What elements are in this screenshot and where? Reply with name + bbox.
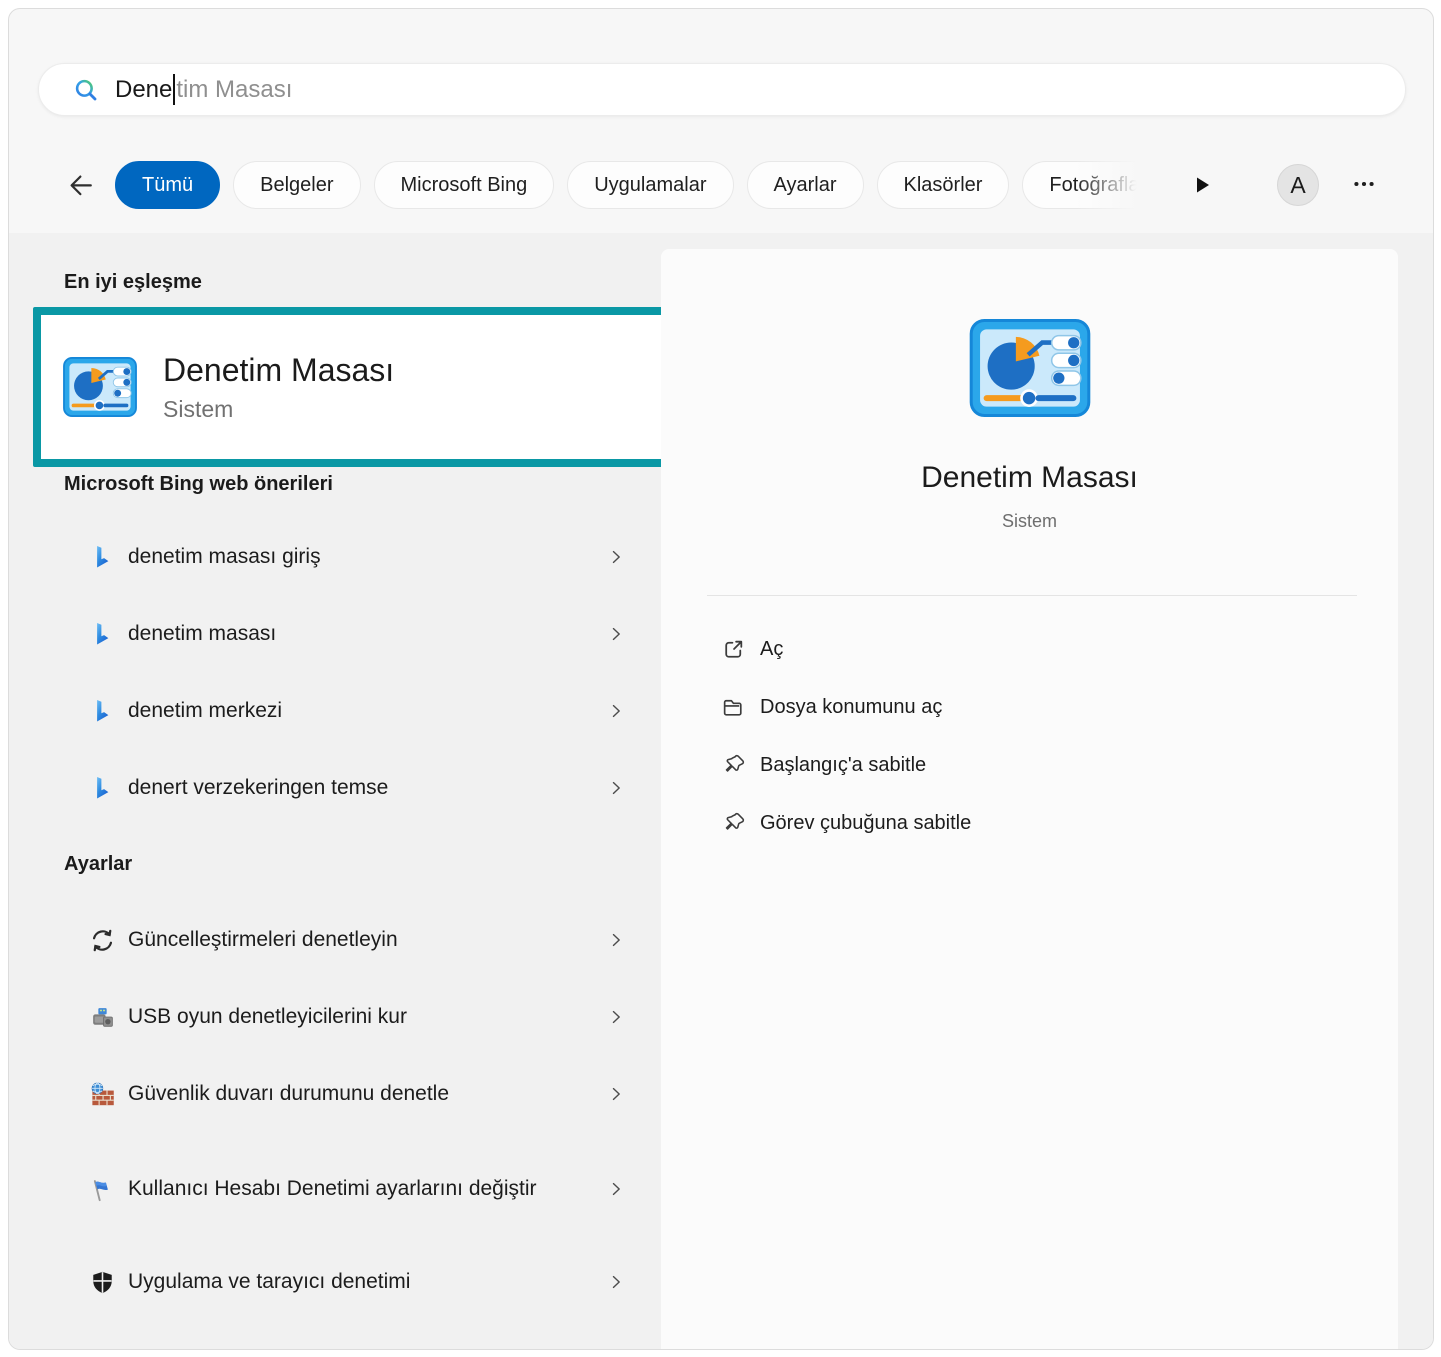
- sync-icon: [89, 927, 116, 954]
- bing-icon: [89, 621, 116, 648]
- bing-suggestion-item[interactable]: denert verzekeringen temse: [49, 760, 634, 816]
- best-match-title: Denetim Masası: [163, 352, 394, 389]
- search-text: Denetim Masası: [115, 74, 292, 105]
- chevron-right-icon: [606, 778, 626, 798]
- settings-item-firewall-status[interactable]: Güvenlik duvarı durumunu denetle: [49, 1066, 634, 1122]
- filter-tabs-row: Tümü Belgeler Microsoft Bing Uygulamalar…: [9, 159, 1433, 211]
- tabs-scroll-right-button[interactable]: [1185, 169, 1219, 203]
- settings-item-usb-controllers[interactable]: USB oyun denetleyicilerini kur: [49, 989, 634, 1045]
- control-panel-icon: [63, 357, 137, 417]
- control-panel-icon-large: [661, 319, 1398, 417]
- back-button[interactable]: [61, 167, 101, 207]
- bing-icon: [89, 775, 116, 802]
- chevron-right-icon: [606, 1272, 626, 1292]
- best-match-result[interactable]: Denetim Masası Sistem: [41, 315, 749, 459]
- open-external-icon: [721, 637, 746, 662]
- preview-title: Denetim Masası: [661, 461, 1398, 495]
- chevron-right-icon: [606, 701, 626, 721]
- bing-suggestions-heading: Microsoft Bing web önerileri: [64, 473, 333, 496]
- tab-uygulamalar[interactable]: Uygulamalar: [567, 161, 733, 209]
- tab-fotograflar[interactable]: Fotoğraflar: [1022, 161, 1157, 209]
- preview-subtitle: Sistem: [661, 511, 1398, 532]
- chevron-right-icon: [606, 1179, 626, 1199]
- divider: [707, 595, 1357, 596]
- firewall-icon: [89, 1081, 116, 1108]
- play-right-icon: [1190, 173, 1214, 197]
- chevron-right-icon: [606, 1007, 626, 1027]
- search-typed-text: Dene: [115, 76, 172, 104]
- settings-item-app-browser-control[interactable]: Uygulama ve tarayıcı denetimi: [49, 1254, 634, 1310]
- bing-suggestion-item[interactable]: denetim masası: [49, 606, 634, 662]
- pin-icon: [721, 753, 746, 778]
- tab-klasorler[interactable]: Klasörler: [877, 161, 1010, 209]
- tab-ayarlar[interactable]: Ayarlar: [747, 161, 864, 209]
- tab-tumu[interactable]: Tümü: [115, 161, 220, 209]
- settings-item-uac[interactable]: Kullanıcı Hesabı Denetimi ayarlarını değ…: [49, 1145, 634, 1233]
- tab-belgeler[interactable]: Belgeler: [233, 161, 360, 209]
- ellipsis-icon: [1351, 171, 1377, 197]
- bing-suggestion-item[interactable]: denetim masası giriş: [49, 529, 634, 585]
- search-input[interactable]: Denetim Masası: [38, 63, 1406, 116]
- search-flyout-window: Denetim Masası Tümü Belgeler Microsoft B…: [8, 8, 1434, 1350]
- game-controller-icon: [89, 1004, 116, 1031]
- bing-icon: [89, 698, 116, 725]
- search-completion-text: tim Masası: [176, 76, 292, 104]
- folder-icon: [721, 695, 746, 720]
- action-open[interactable]: Aç: [695, 621, 1365, 677]
- preview-pane: Denetim Masası Sistem Aç Dosya konumunu …: [661, 249, 1398, 1349]
- search-icon: [73, 77, 99, 103]
- action-pin-to-start[interactable]: Başlangıç'a sabitle: [695, 737, 1365, 793]
- chevron-right-icon: [606, 624, 626, 644]
- chevron-right-icon: [606, 547, 626, 567]
- annotation-rectangle: Denetim Masası Sistem: [33, 307, 757, 467]
- tab-microsoft-bing[interactable]: Microsoft Bing: [374, 161, 555, 209]
- bing-icon: [89, 544, 116, 571]
- best-match-subtitle: Sistem: [163, 396, 394, 423]
- best-match-heading: En iyi eşleşme: [64, 271, 202, 294]
- action-pin-to-taskbar[interactable]: Görev çubuğuna sabitle: [695, 795, 1365, 851]
- results-area: En iyi eşleşme Denetim Masası Sistem Mic…: [9, 233, 1433, 1349]
- user-avatar[interactable]: A: [1277, 164, 1319, 206]
- text-caret: [173, 74, 175, 105]
- arrow-left-icon: [66, 171, 96, 201]
- bing-suggestion-item[interactable]: denetim merkezi: [49, 683, 634, 739]
- action-open-file-location[interactable]: Dosya konumunu aç: [695, 679, 1365, 735]
- more-options-button[interactable]: [1347, 170, 1381, 200]
- security-shield-icon: [89, 1269, 116, 1296]
- chevron-right-icon: [606, 1084, 626, 1104]
- filter-pills: Tümü Belgeler Microsoft Bing Uygulamalar…: [115, 159, 1157, 211]
- pin-icon: [721, 811, 746, 836]
- settings-item-check-updates[interactable]: Güncelleştirmeleri denetleyin: [49, 912, 634, 968]
- uac-flag-icon: [89, 1176, 116, 1203]
- settings-heading: Ayarlar: [64, 853, 132, 876]
- chevron-right-icon: [606, 930, 626, 950]
